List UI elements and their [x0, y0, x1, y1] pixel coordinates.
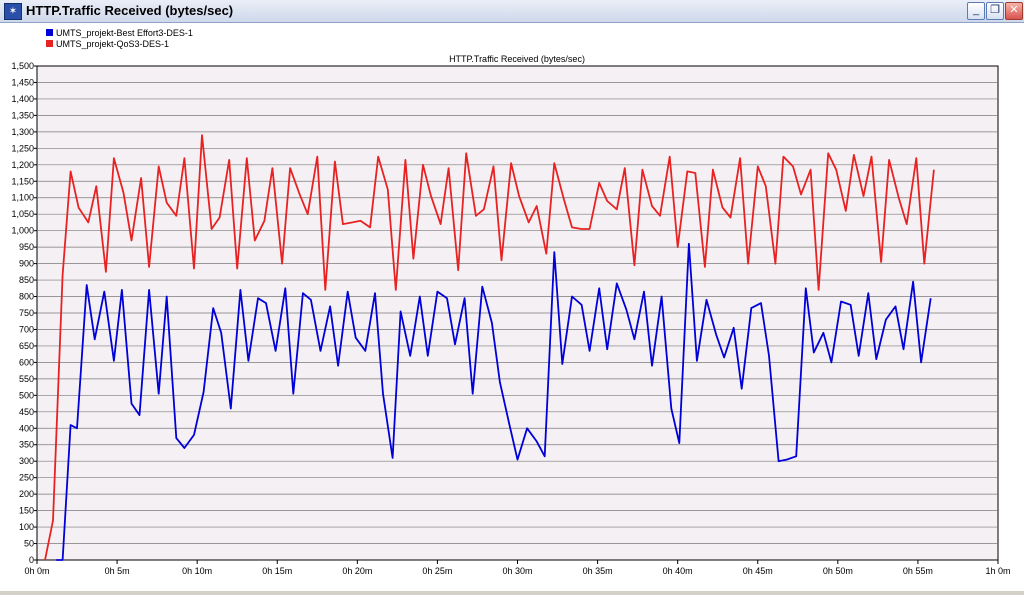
y-tick-label: 900	[19, 259, 34, 269]
x-tick-label: 0h 5m	[105, 566, 130, 576]
y-tick-label: 1,050	[11, 209, 34, 219]
y-tick-label: 250	[19, 473, 34, 483]
y-tick-label: 1,100	[11, 193, 34, 203]
y-tick-label: 200	[19, 489, 34, 499]
app-icon: ✶	[4, 3, 22, 20]
y-tick-label: 1,300	[11, 127, 34, 137]
window-titlebar: ✶ HTTP.Traffic Received (bytes/sec) _ ❐ …	[0, 0, 1024, 23]
x-tick-label: 0h 25m	[422, 566, 452, 576]
y-tick-label: 450	[19, 407, 34, 417]
y-tick-label: 950	[19, 242, 34, 252]
x-tick-label: 0h 45m	[743, 566, 773, 576]
x-tick-label: 0h 55m	[903, 566, 933, 576]
status-bar	[0, 591, 1024, 595]
y-tick-label: 1,400	[11, 94, 34, 104]
x-tick-label: 0h 30m	[502, 566, 532, 576]
x-tick-label: 0h 50m	[823, 566, 853, 576]
x-tick-label: 0h 15m	[262, 566, 292, 576]
y-tick-label: 500	[19, 390, 34, 400]
y-tick-label: 1,350	[11, 110, 34, 120]
y-tick-label: 100	[19, 522, 34, 532]
x-axis: 0h 0m 0h 5m 0h 10m 0h 15m 0h 20m 0h 25m 0h 30m…	[24, 560, 1011, 576]
y-tick-label: 1,450	[11, 77, 34, 87]
y-tick-label: 0	[29, 555, 34, 565]
y-tick-label: 750	[19, 308, 34, 318]
y-tick-label: 550	[19, 374, 34, 384]
y-tick-label: 150	[19, 506, 34, 516]
y-tick-label: 50	[24, 539, 34, 549]
y-tick-label: 1,150	[11, 176, 34, 186]
y-axis: 0 50 100 150 200 250 300 350 400 450 500 550 600 650 7…	[11, 61, 37, 565]
y-tick-label: 700	[19, 324, 34, 334]
y-tick-label: 1,200	[11, 160, 34, 170]
x-tick-label: 0h 35m	[583, 566, 613, 576]
x-tick-label: 1h 0m	[985, 566, 1010, 576]
x-tick-label: 0h 40m	[663, 566, 693, 576]
maximize-button[interactable]: ❐	[986, 2, 1004, 20]
close-button[interactable]: ✕	[1005, 2, 1023, 20]
x-tick-label: 0h 10m	[182, 566, 212, 576]
y-tick-label: 1,500	[11, 61, 34, 71]
y-tick-label: 1,000	[11, 226, 34, 236]
chart-panel: UMTS_projekt-Best Effort3-DES-1 UMTS_pro…	[0, 23, 1024, 591]
window-title: HTTP.Traffic Received (bytes/sec)	[26, 3, 234, 18]
y-tick-label: 800	[19, 292, 34, 302]
y-tick-label: 400	[19, 423, 34, 433]
y-tick-label: 600	[19, 357, 34, 367]
y-tick-label: 300	[19, 456, 34, 466]
y-tick-label: 850	[19, 275, 34, 285]
y-tick-label: 1,250	[11, 143, 34, 153]
x-tick-label: 0h 0m	[24, 566, 49, 576]
line-chart: HTTP.Traffic Received (bytes/sec) 0 50 100…	[11, 54, 1011, 576]
minimize-button[interactable]: _	[967, 2, 985, 20]
x-tick-label: 0h 20m	[342, 566, 372, 576]
y-tick-label: 650	[19, 341, 34, 351]
y-tick-label: 350	[19, 440, 34, 450]
chart-title: HTTP.Traffic Received (bytes/sec)	[449, 54, 585, 64]
